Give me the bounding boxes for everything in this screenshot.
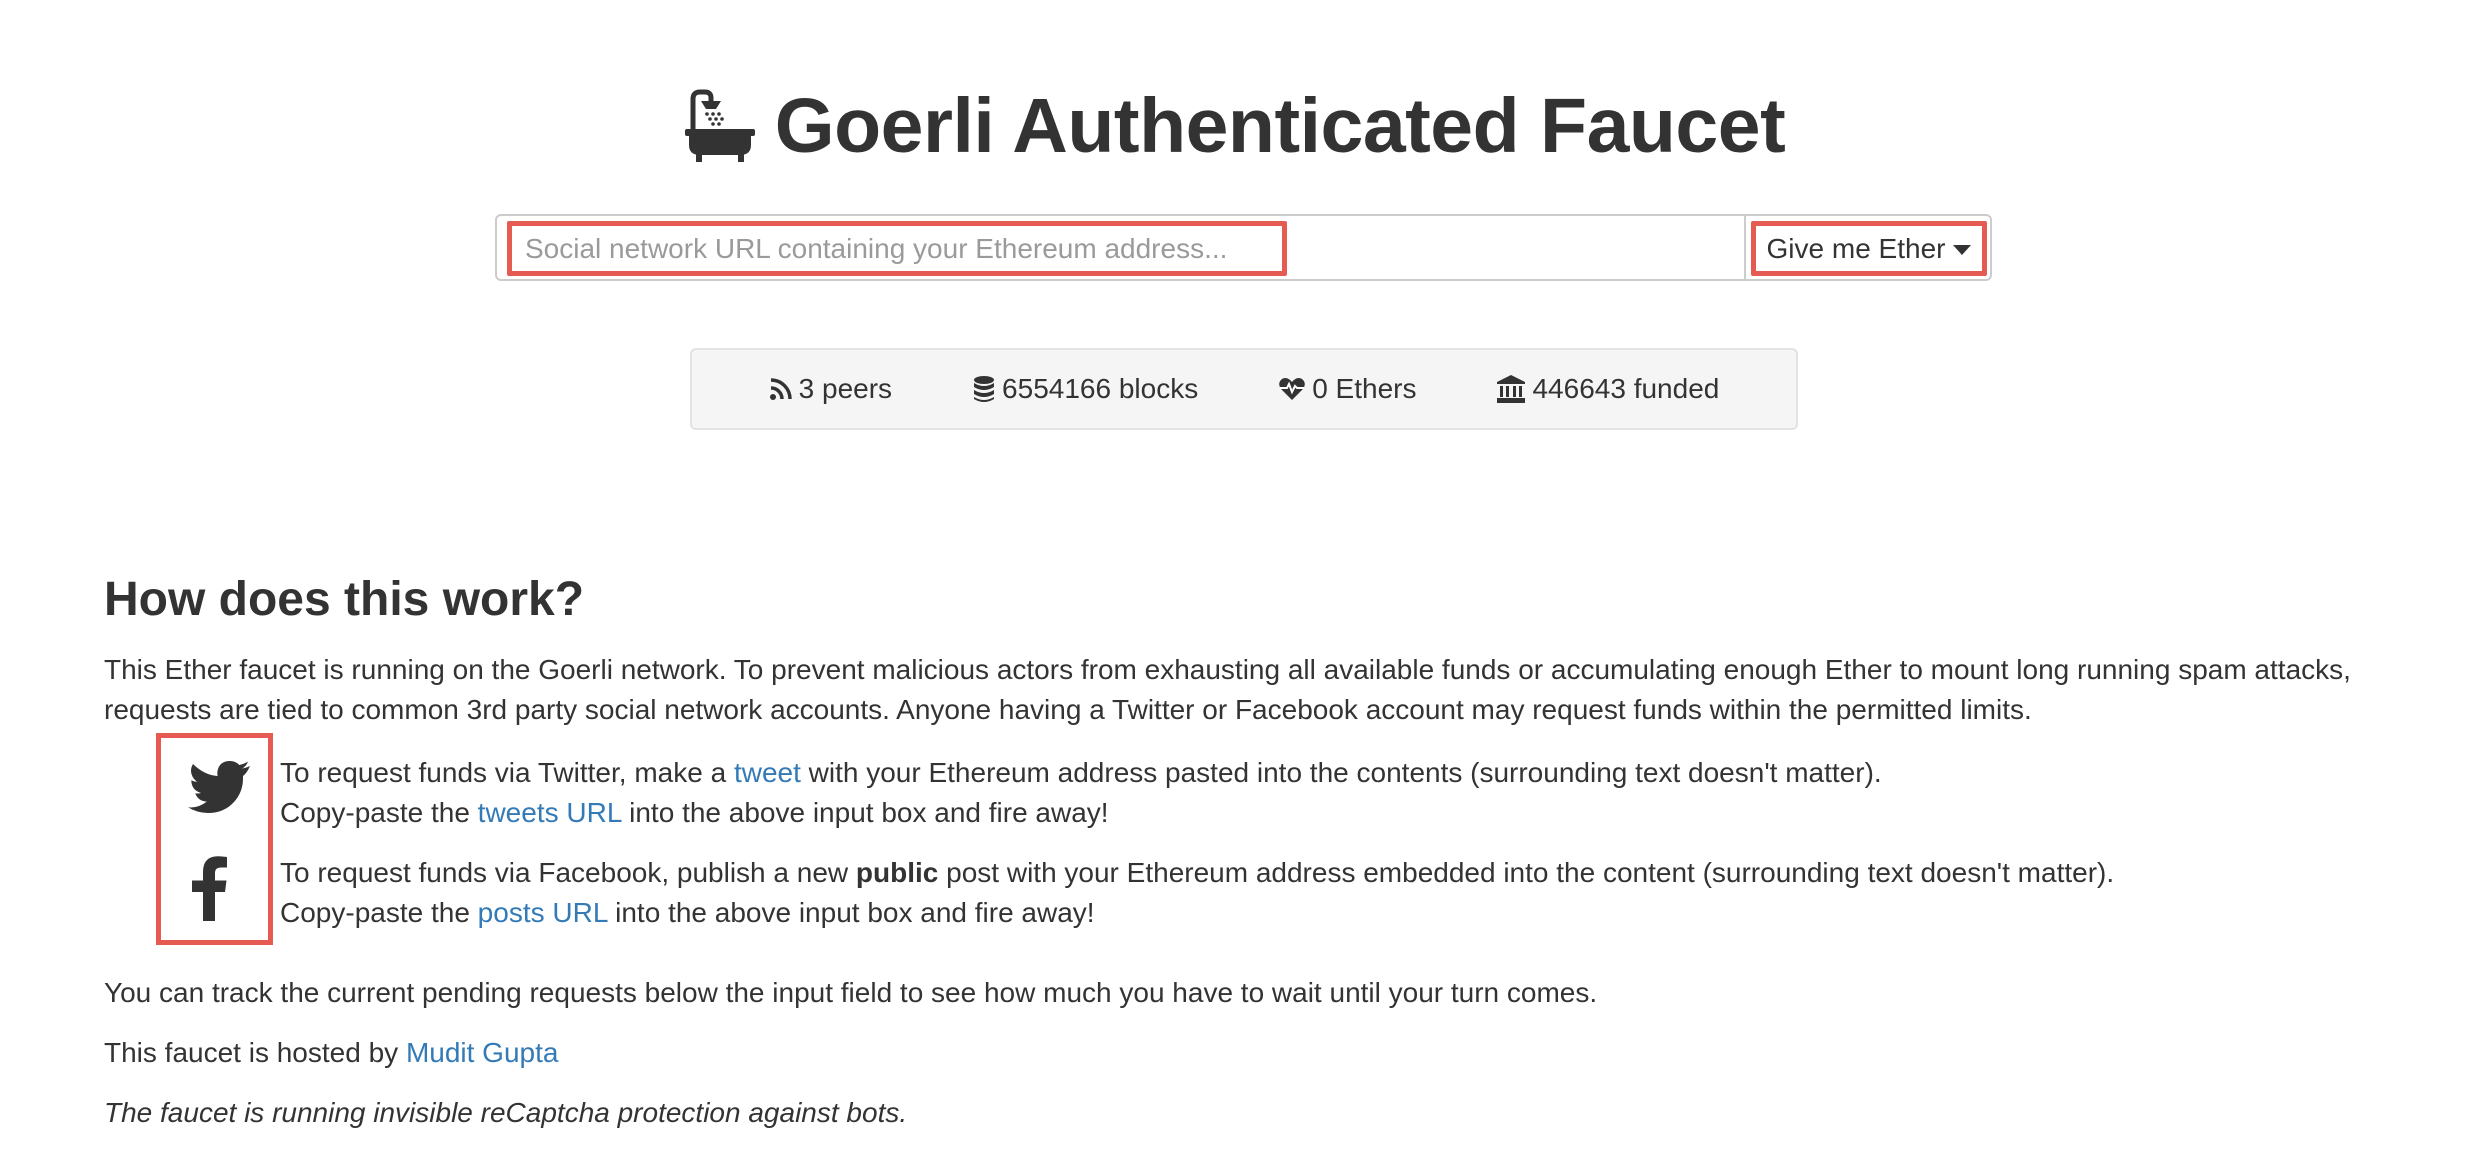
public-emphasis: public <box>855 857 939 888</box>
page-header: Goerli Authenticated Faucet <box>0 70 2468 182</box>
host-link[interactable]: Mudit Gupta <box>406 1037 559 1068</box>
ethers-balance: 0 Ethers <box>1312 373 1417 404</box>
twitter-icon <box>187 760 251 819</box>
facebook-text-after: post with your Ethereum address embedded… <box>938 857 2115 888</box>
give-me-ether-label: Give me Ether <box>1766 232 1946 264</box>
page-title: Goerli Authenticated Faucet <box>774 82 1786 169</box>
tweet-link[interactable]: tweet <box>734 757 801 788</box>
stat-funded: 446643 funded <box>1496 373 1719 405</box>
blocks-count: 6554166 blocks <box>1002 373 1199 404</box>
intro-line-1: This Ether faucet is running on the Goer… <box>104 654 2351 685</box>
twitter-instruction-line-2: Copy-paste the tweets URL into the above… <box>280 793 1109 833</box>
twitter-text-before: To request funds via Twitter, make a <box>280 757 734 788</box>
hosted-by-text: This faucet is hosted by Mudit Gupta <box>104 1033 558 1073</box>
stat-ethers: 0 Ethers <box>1278 373 1416 405</box>
facebook-copy-before: Copy-paste the <box>280 897 478 928</box>
bathtub-shower-icon <box>683 89 757 163</box>
how-it-works-heading: How does this work? <box>104 573 585 626</box>
hosted-by-label: This faucet is hosted by <box>104 1037 406 1068</box>
social-icons-box <box>156 733 273 945</box>
posts-url-link[interactable]: posts URL <box>478 897 608 928</box>
input-group-divider <box>1744 216 1746 279</box>
facebook-copy-after: into the above input box and fire away! <box>607 897 1095 928</box>
twitter-copy-after: into the above input box and fire away! <box>621 797 1109 828</box>
request-input-group: Give me Ether <box>495 214 1992 281</box>
funded-count: 446643 funded <box>1532 373 1720 404</box>
caret-down-icon <box>1953 245 1972 255</box>
tweets-url-link[interactable]: tweets URL <box>478 797 622 828</box>
twitter-copy-before: Copy-paste the <box>280 797 478 828</box>
facebook-icon <box>187 855 229 926</box>
social-url-input[interactable] <box>507 221 1287 276</box>
facebook-text-before: To request funds via Facebook, publish a… <box>280 857 856 888</box>
database-icon <box>972 375 996 403</box>
track-requests-text: You can track the current pending reques… <box>104 977 1598 1008</box>
intro-line-2: requests are tied to common 3rd party so… <box>104 694 2032 725</box>
stat-peers: 3 peers <box>769 373 892 405</box>
facebook-instruction-line-1: To request funds via Facebook, publish a… <box>280 853 2114 893</box>
rss-icon <box>769 377 793 401</box>
stat-blocks: 6554166 blocks <box>972 373 1198 405</box>
bank-icon <box>1496 375 1526 403</box>
facebook-instruction-line-2: Copy-paste the posts URL into the above … <box>280 893 1095 933</box>
network-stats: 3 peers 6554166 blocks 0 Ethers 446643 f… <box>690 348 1798 430</box>
peers-count: 3 peers <box>798 373 893 404</box>
give-me-ether-dropdown-button[interactable]: Give me Ether <box>1751 221 1987 276</box>
heartbeat-icon <box>1278 377 1306 401</box>
recaptcha-note: The faucet is running invisible reCaptch… <box>104 1097 908 1128</box>
twitter-instruction-line-1: To request funds via Twitter, make a twe… <box>280 753 1882 793</box>
twitter-text-after: with your Ethereum address pasted into t… <box>800 757 1882 788</box>
